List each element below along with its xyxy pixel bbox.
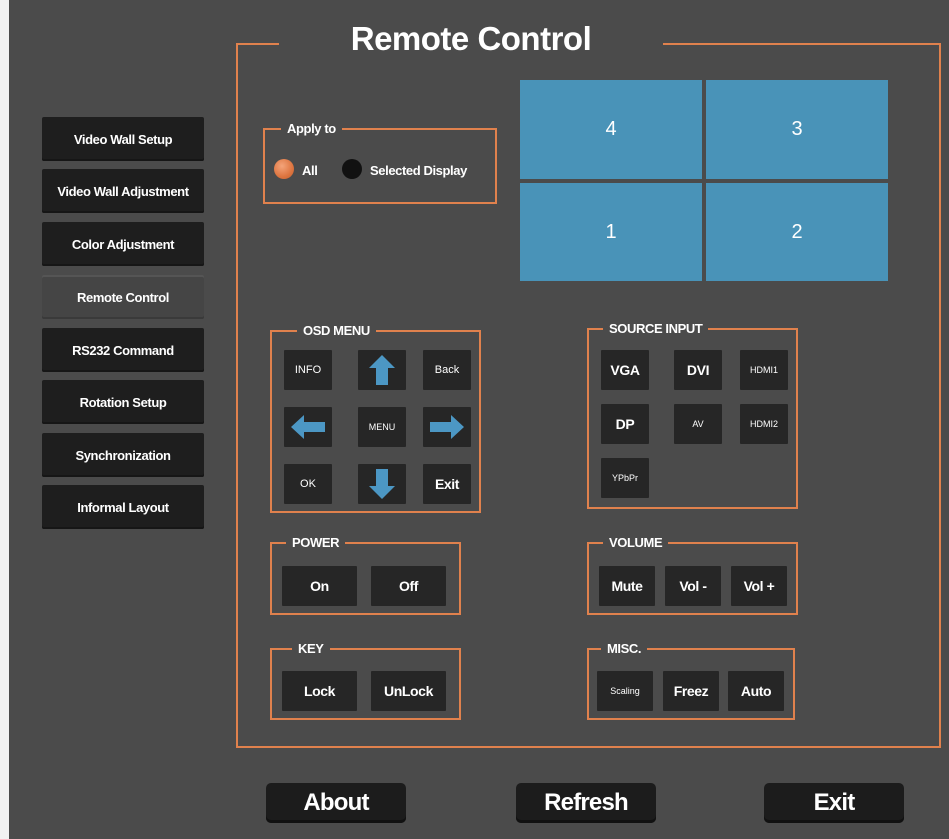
menu-button[interactable]: MENU	[358, 407, 406, 447]
auto-button[interactable]: Auto	[728, 671, 784, 711]
page-title: Remote Control	[279, 20, 663, 58]
dp-button[interactable]: DP	[601, 404, 649, 444]
arrow-down-icon	[369, 469, 395, 499]
sidebar-item-informal-layout[interactable]: Informal Layout	[42, 485, 204, 529]
ypbpr-button[interactable]: YPbPr	[601, 458, 649, 498]
power-on-button[interactable]: On	[282, 566, 357, 606]
sidebar-item-synchronization[interactable]: Synchronization	[42, 433, 204, 477]
app-window: Video Wall Setup Video Wall Adjustment C…	[9, 0, 949, 839]
hdmi2-button[interactable]: HDMI2	[740, 404, 788, 444]
sidebar-item-rotation-setup[interactable]: Rotation Setup	[42, 380, 204, 424]
arrow-right-icon	[430, 415, 464, 439]
arrow-up-icon	[369, 355, 395, 385]
vga-button[interactable]: VGA	[601, 350, 649, 390]
arrow-right-button[interactable]	[423, 407, 471, 447]
volume-up-button[interactable]: Vol +	[731, 566, 787, 606]
arrow-left-button[interactable]	[284, 407, 332, 447]
lock-button[interactable]: Lock	[282, 671, 357, 711]
unlock-button[interactable]: UnLock	[371, 671, 446, 711]
radio-selected-display-label: Selected Display	[370, 163, 467, 178]
back-button[interactable]: Back	[423, 350, 471, 390]
volume-down-button[interactable]: Vol -	[665, 566, 721, 606]
scaling-button[interactable]: Scaling	[597, 671, 653, 711]
display-tile[interactable]: 1	[520, 183, 702, 281]
freez-button[interactable]: Freez	[663, 671, 719, 711]
ok-button[interactable]: OK	[284, 464, 332, 504]
display-tile[interactable]: 4	[520, 80, 702, 179]
power-label: POWER	[286, 535, 346, 550]
display-tile[interactable]: 2	[706, 183, 888, 281]
arrow-left-icon	[291, 415, 325, 439]
key-label: KEY	[292, 641, 330, 656]
arrow-up-button[interactable]	[358, 350, 406, 390]
osd-menu-label: OSD MENU	[297, 323, 376, 338]
apply-to-label: Apply to	[281, 121, 342, 136]
refresh-button[interactable]: Refresh	[516, 783, 656, 823]
sidebar-item-video-wall-setup[interactable]: Video Wall Setup	[42, 117, 204, 161]
source-input-label: SOURCE INPUT	[603, 321, 709, 336]
hdmi1-button[interactable]: HDMI1	[740, 350, 788, 390]
info-button[interactable]: INFO	[284, 350, 332, 390]
mute-button[interactable]: Mute	[599, 566, 655, 606]
radio-selected-display[interactable]	[342, 159, 362, 179]
osd-exit-button[interactable]: Exit	[423, 464, 471, 504]
sidebar-item-rs232-command[interactable]: RS232 Command	[42, 328, 204, 372]
arrow-down-button[interactable]	[358, 464, 406, 504]
display-tile[interactable]: 3	[706, 80, 888, 179]
av-button[interactable]: AV	[674, 404, 722, 444]
volume-label: VOLUME	[603, 535, 669, 550]
sidebar-item-video-wall-adjustment[interactable]: Video Wall Adjustment	[42, 169, 204, 213]
sidebar-item-color-adjustment[interactable]: Color Adjustment	[42, 222, 204, 266]
radio-all[interactable]	[274, 159, 294, 179]
sidebar-item-remote-control[interactable]: Remote Control	[42, 275, 204, 319]
radio-all-label: All	[302, 163, 318, 178]
dvi-button[interactable]: DVI	[674, 350, 722, 390]
about-button[interactable]: About	[266, 783, 406, 823]
misc-label: MISC.	[601, 641, 648, 656]
exit-button[interactable]: Exit	[764, 783, 904, 823]
power-off-button[interactable]: Off	[371, 566, 446, 606]
